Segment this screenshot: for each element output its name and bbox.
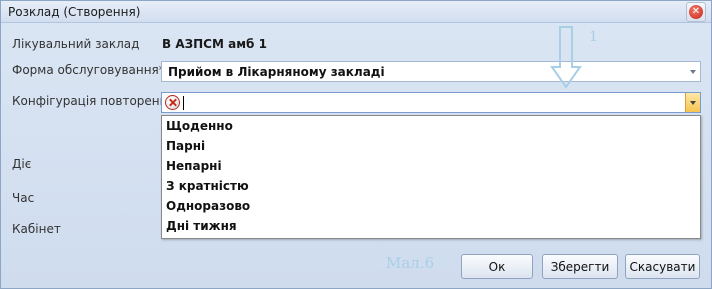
dropdown-option[interactable]: Дні тижня [162, 216, 700, 236]
dropdown-option[interactable]: Щоденно [162, 116, 700, 136]
cancel-button[interactable]: Скасувати [625, 254, 700, 279]
repeat-config-dropdown-list: Щоденно Парні Непарні З кратністю Однора… [161, 115, 701, 239]
dropdown-option[interactable]: Непарні [162, 156, 700, 176]
annotation-arrow-icon [550, 26, 582, 89]
service-form-select[interactable]: Прийом в Лікарняному закладі [161, 61, 701, 82]
close-button[interactable]: ✕ [686, 2, 706, 22]
close-icon: ✕ [689, 5, 703, 19]
dropdown-option[interactable]: Одноразово [162, 196, 700, 216]
error-icon [165, 95, 180, 110]
chevron-down-icon [690, 101, 696, 105]
window-title: Розклад (Створення) [8, 5, 141, 19]
facility-value: В АЗПСМ амб 1 [162, 37, 267, 51]
service-form-value: Прийом в Лікарняному закладі [168, 65, 385, 79]
title-bar: Розклад (Створення) ✕ [1, 1, 711, 23]
facility-label: Лікувальний заклад [12, 37, 140, 51]
service-form-label: Форма обслуговування* [12, 63, 165, 77]
chevron-down-icon[interactable] [690, 70, 696, 74]
text-caret [183, 96, 184, 110]
repeat-config-label: Конфігурація повторень* [12, 94, 173, 108]
figure-caption: Мал.6 [386, 254, 435, 272]
room-label: Кабінет [12, 222, 61, 236]
active-label: Діє [12, 157, 32, 171]
dropdown-option[interactable]: З кратністю [162, 176, 700, 196]
ok-button[interactable]: Ок [461, 254, 533, 279]
dropdown-button[interactable] [685, 93, 700, 112]
annotation-number: 1 [589, 29, 598, 45]
repeat-config-select[interactable] [161, 92, 701, 113]
dropdown-option[interactable]: Парні [162, 136, 700, 156]
save-button[interactable]: Зберегти [542, 254, 618, 279]
schedule-dialog: Розклад (Створення) ✕ Лікувальний заклад… [0, 0, 712, 289]
time-label: Час [12, 191, 35, 205]
